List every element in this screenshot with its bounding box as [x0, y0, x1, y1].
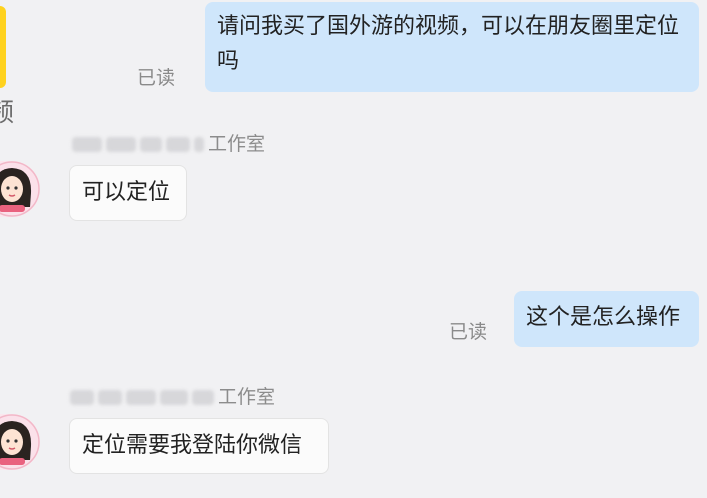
read-receipt: 已读 [137, 67, 176, 89]
redacted-name-part [194, 137, 204, 152]
outgoing-message-bubble[interactable]: 请问我买了国外游的视频，可以在朋友圈里定位吗 [205, 2, 699, 92]
avatar-graphic [0, 161, 40, 217]
sender-suffix: 工作室 [218, 386, 276, 408]
redacted-name-part [126, 390, 156, 405]
redacted-name-part [160, 390, 188, 405]
incoming-message-bubble[interactable]: 定位需要我登陆你微信 [69, 418, 329, 474]
cut-off-label: 频 [0, 98, 14, 128]
sender-name: 工作室 [70, 385, 275, 409]
sender-suffix: 工作室 [208, 133, 266, 155]
girl-avatar-icon[interactable] [0, 161, 40, 217]
girl-avatar-icon[interactable] [0, 414, 40, 470]
redacted-name-part [106, 137, 136, 152]
avatar-graphic [0, 414, 40, 470]
redacted-name-part [192, 390, 214, 405]
message-text: 请问我买了国外游的视频，可以在朋友圈里定位吗 [217, 14, 680, 74]
message-text: 这个是怎么操作 [526, 305, 681, 330]
redacted-name-part [70, 390, 94, 405]
message-text: 可以定位 [82, 180, 171, 205]
incoming-message-bubble[interactable]: 可以定位 [69, 165, 187, 221]
outgoing-message-bubble[interactable]: 这个是怎么操作 [514, 291, 699, 347]
cut-off-thumbnail [0, 6, 6, 88]
redacted-name-part [72, 137, 102, 152]
redacted-name-part [166, 137, 190, 152]
redacted-name-part [98, 390, 122, 405]
read-receipt: 已读 [449, 321, 488, 343]
message-text: 定位需要我登陆你微信 [82, 433, 303, 458]
sender-name: 工作室 [72, 132, 265, 156]
redacted-name-part [140, 137, 162, 152]
